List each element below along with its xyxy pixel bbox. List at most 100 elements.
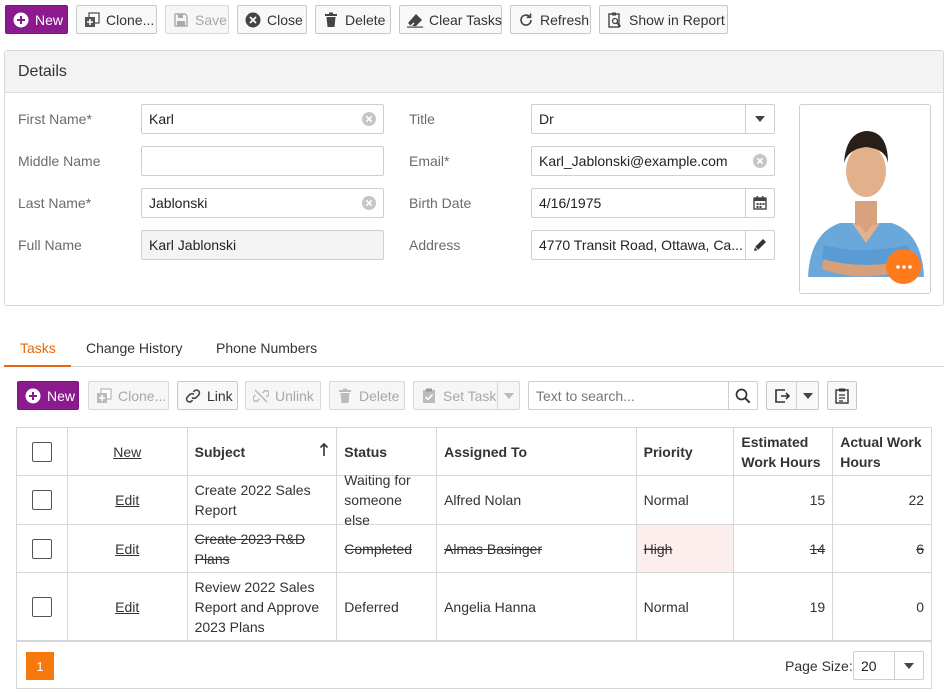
last-name-field[interactable]: Jablonski: [141, 188, 384, 218]
header-subject[interactable]: Subject: [188, 428, 338, 475]
table-row[interactable]: Edit Review 2022 Sales Report and Approv…: [17, 573, 931, 641]
chevron-down-icon[interactable]: [745, 105, 774, 133]
task-search-placeholder: Text to search...: [536, 387, 635, 404]
row-edit-cell: Edit: [68, 525, 188, 572]
plus-circle-icon: [25, 388, 41, 404]
task-new-button[interactable]: New: [17, 381, 79, 410]
clear-icon[interactable]: [355, 195, 383, 211]
header-new-cell: New: [68, 428, 188, 475]
delete-button-label: Delete: [345, 11, 386, 28]
delete-button[interactable]: Delete: [315, 5, 391, 34]
task-search-input[interactable]: Text to search...: [528, 381, 758, 410]
row-select-cell[interactable]: [17, 476, 68, 524]
close-button-label: Close: [267, 11, 303, 28]
unlink-icon: [253, 388, 269, 404]
task-delete-button[interactable]: Delete: [329, 381, 405, 410]
header-estimated-work-hours[interactable]: Estimated Work Hours: [734, 428, 834, 475]
first-name-field[interactable]: Karl: [141, 104, 384, 134]
cell-status: Deferred: [337, 573, 438, 640]
title-select[interactable]: Dr: [531, 104, 775, 134]
row-select-cell[interactable]: [17, 573, 68, 640]
header-assigned-to[interactable]: Assigned To: [437, 428, 637, 475]
edit-link[interactable]: Edit: [115, 539, 139, 559]
cell-assigned-to: Almas Basinger: [437, 525, 637, 572]
clone-icon: [96, 387, 112, 404]
email-field[interactable]: Karl_Jablonski@example.com: [531, 146, 775, 176]
task-link-button-label: Link: [207, 387, 233, 404]
header-actual-work-hours[interactable]: Actual Work Hours: [833, 428, 931, 475]
cell-subject: Create 2022 Sales Report: [188, 476, 338, 524]
plus-circle-icon: [13, 12, 29, 28]
export-button[interactable]: [766, 381, 819, 410]
column-chooser-icon: [835, 388, 849, 404]
tab-tasks[interactable]: Tasks: [20, 340, 56, 356]
calendar-icon[interactable]: [745, 189, 774, 217]
eraser-icon: [407, 12, 423, 28]
close-button[interactable]: Close: [237, 5, 307, 34]
clear-icon[interactable]: [746, 153, 774, 169]
refresh-button-label: Refresh: [540, 11, 590, 28]
row-checkbox[interactable]: [31, 490, 52, 510]
grid-pager: 1 Page Size: 20: [16, 641, 932, 689]
row-edit-cell: Edit: [68, 476, 188, 524]
search-icon[interactable]: [728, 382, 757, 409]
row-checkbox[interactable]: [31, 596, 52, 617]
table-row[interactable]: Edit Create 2023 R&D Plans Completed Alm…: [17, 525, 931, 573]
cell-priority: Normal: [637, 573, 735, 640]
chevron-down-icon[interactable]: [497, 382, 519, 409]
clipboard-check-icon: [421, 388, 437, 404]
chevron-down-icon[interactable]: [796, 382, 818, 409]
save-button[interactable]: Save: [165, 5, 229, 34]
column-chooser-button[interactable]: [827, 381, 857, 410]
header-priority[interactable]: Priority: [637, 428, 735, 475]
save-button-label: Save: [195, 11, 227, 28]
task-clone-button[interactable]: Clone...: [88, 381, 169, 410]
tab-phone-numbers[interactable]: Phone Numbers: [216, 340, 317, 356]
address-label: Address: [409, 237, 461, 253]
title-value: Dr: [539, 111, 554, 127]
export-icon: [767, 388, 796, 404]
tab-active-indicator: [4, 365, 71, 367]
row-select-cell[interactable]: [17, 525, 68, 572]
full-name-field: Karl Jablonski: [141, 230, 384, 260]
contact-photo[interactable]: [799, 104, 931, 294]
show-in-report-button[interactable]: Show in Report: [599, 5, 728, 34]
task-unlink-button[interactable]: Unlink: [245, 381, 321, 410]
refresh-button[interactable]: Refresh: [510, 5, 591, 34]
cell-estimated: 15: [734, 476, 834, 524]
page-size-select[interactable]: 20: [853, 651, 924, 680]
birth-date-field[interactable]: 4/16/1975: [531, 188, 775, 218]
row-checkbox[interactable]: [31, 538, 52, 559]
new-button[interactable]: New: [5, 5, 68, 34]
header-new-link[interactable]: New: [113, 442, 141, 462]
show-in-report-button-label: Show in Report: [629, 11, 725, 28]
header-select-all[interactable]: [17, 428, 68, 475]
trash-icon: [323, 12, 339, 28]
page-button-current[interactable]: 1: [26, 652, 54, 680]
task-link-button[interactable]: Link: [177, 381, 238, 410]
full-name-label: Full Name: [18, 237, 82, 253]
clone-button[interactable]: Clone...: [76, 5, 157, 34]
middle-name-field[interactable]: [141, 146, 384, 176]
full-name-value: Karl Jablonski: [149, 237, 237, 253]
chevron-down-icon[interactable]: [894, 652, 923, 679]
select-all-checkbox[interactable]: [31, 441, 52, 462]
cell-priority: Normal: [637, 476, 735, 524]
cell-actual: 22: [908, 492, 925, 508]
more-options-button[interactable]: [886, 249, 921, 284]
cell-status: Waiting for someone else: [337, 472, 438, 528]
tab-divider: [4, 366, 944, 367]
edit-link[interactable]: Edit: [115, 597, 139, 617]
set-task-button[interactable]: Set Task: [413, 381, 520, 410]
cell-priority-high: High: [636, 525, 735, 572]
tab-change-history[interactable]: Change History: [86, 340, 183, 356]
clear-icon[interactable]: [355, 111, 383, 127]
clear-tasks-button[interactable]: Clear Tasks: [399, 5, 502, 34]
header-status[interactable]: Status: [337, 428, 438, 475]
email-value: Karl_Jablonski@example.com: [539, 153, 728, 169]
address-field[interactable]: 4770 Transit Road, Ottawa, Ca...: [531, 230, 775, 260]
middle-name-label: Middle Name: [18, 153, 101, 169]
edit-link[interactable]: Edit: [115, 490, 139, 510]
pencil-icon[interactable]: [745, 231, 774, 259]
table-row[interactable]: Edit Create 2022 Sales Report Waiting fo…: [17, 472, 931, 528]
